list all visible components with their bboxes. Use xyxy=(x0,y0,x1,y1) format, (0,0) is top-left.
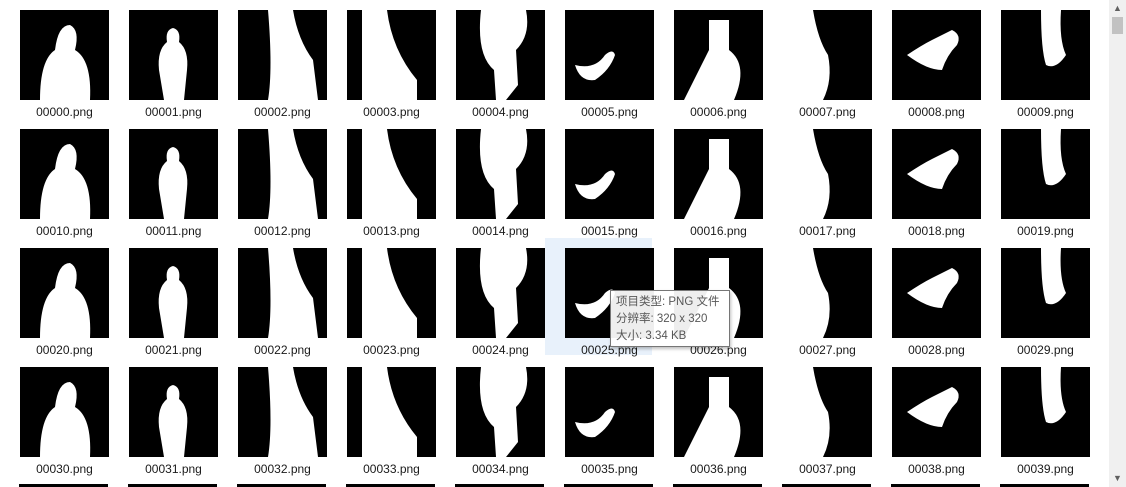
thumbnail-image xyxy=(238,248,327,338)
file-name-label: 00009.png xyxy=(1017,105,1074,119)
file-item[interactable]: 00028.png xyxy=(872,238,981,357)
file-item[interactable]: 00029.png xyxy=(981,238,1090,357)
file-item[interactable]: 00008.png xyxy=(872,0,981,119)
file-item[interactable]: 00003.png xyxy=(327,0,436,119)
thumbnail-image xyxy=(238,129,327,219)
thumbnail-image xyxy=(456,367,545,457)
thumbnail-image xyxy=(347,367,436,457)
thumbnail-image xyxy=(783,367,872,457)
file-item[interactable]: 00016.png xyxy=(654,119,763,238)
file-item[interactable]: 00000.png xyxy=(0,0,109,119)
file-item[interactable]: 00033.png xyxy=(327,357,436,476)
file-item[interactable]: 00014.png xyxy=(436,119,545,238)
file-item[interactable]: 00020.png xyxy=(0,238,109,357)
file-item[interactable]: 00030.png xyxy=(0,357,109,476)
thumbnail-image xyxy=(129,367,218,457)
thumbnail-image xyxy=(783,248,872,338)
file-item[interactable]: 00007.png xyxy=(763,0,872,119)
file-item[interactable]: 00021.png xyxy=(109,238,218,357)
file-item[interactable]: 00005.png xyxy=(545,0,654,119)
file-item[interactable]: 00038.png xyxy=(872,357,981,476)
thumbnail-image xyxy=(1001,129,1090,219)
scroll-down-arrow-icon[interactable]: ▼ xyxy=(1109,470,1126,487)
file-item[interactable]: 00018.png xyxy=(872,119,981,238)
file-item[interactable]: 00015.png xyxy=(545,119,654,238)
thumbnail-image xyxy=(1001,10,1090,100)
thumbnail-image xyxy=(783,129,872,219)
thumbnail-image xyxy=(892,10,981,100)
scroll-up-arrow-icon[interactable]: ▲ xyxy=(1109,0,1126,17)
file-item[interactable]: 00034.png xyxy=(436,357,545,476)
thumbnail-image xyxy=(892,129,981,219)
thumbnail-image xyxy=(129,10,218,100)
file-item[interactable]: 00024.png xyxy=(436,238,545,357)
file-item[interactable]: 00017.png xyxy=(763,119,872,238)
file-item[interactable]: 00012.png xyxy=(218,119,327,238)
file-item[interactable]: 00022.png xyxy=(218,238,327,357)
thumbnail-image xyxy=(674,129,763,219)
thumbnail-image xyxy=(1001,367,1090,457)
file-item[interactable]: 00035.png xyxy=(545,357,654,476)
thumbnail-image xyxy=(565,367,654,457)
thumbnail-image xyxy=(892,248,981,338)
file-name-label: 00019.png xyxy=(1017,224,1074,238)
thumbnail-image xyxy=(238,367,327,457)
thumbnail-image xyxy=(674,10,763,100)
tooltip-size: 大小: 3.34 KB xyxy=(616,330,687,342)
thumbnail-image xyxy=(456,248,545,338)
file-grid: 00000.png 00001.png 00002.png 00003.png 0000… xyxy=(0,0,1108,487)
file-item[interactable]: 00027.png xyxy=(763,238,872,357)
file-item[interactable]: 00010.png xyxy=(0,119,109,238)
file-info-tooltip: 项目类型: PNG 文件 分辨率: 320 x 320 大小: 3.34 KB xyxy=(610,290,730,347)
file-name-label: 00029.png xyxy=(1017,343,1074,357)
file-item[interactable]: 00011.png xyxy=(109,119,218,238)
thumbnail-image xyxy=(129,129,218,219)
thumbnail-image xyxy=(674,367,763,457)
vertical-scrollbar[interactable]: ▲ ▼ xyxy=(1109,0,1126,487)
thumbnail-image xyxy=(456,129,545,219)
thumbnail-image xyxy=(456,10,545,100)
file-name-label: 00039.png xyxy=(1017,462,1074,476)
thumbnail-image xyxy=(20,367,109,457)
thumbnail-image xyxy=(783,10,872,100)
file-item[interactable]: 00013.png xyxy=(327,119,436,238)
file-item[interactable]: 00036.png xyxy=(654,357,763,476)
file-item[interactable]: 00023.png xyxy=(327,238,436,357)
thumbnail-image xyxy=(347,248,436,338)
file-item[interactable]: 00039.png xyxy=(981,357,1090,476)
file-item[interactable]: 00002.png xyxy=(218,0,327,119)
file-item[interactable]: 00019.png xyxy=(981,119,1090,238)
thumbnail-image xyxy=(347,129,436,219)
thumbnail-image xyxy=(347,10,436,100)
thumbnail-image xyxy=(129,248,218,338)
file-item[interactable]: 00009.png xyxy=(981,0,1090,119)
file-item[interactable]: 00004.png xyxy=(436,0,545,119)
thumbnail-image xyxy=(565,10,654,100)
thumbnail-image xyxy=(20,129,109,219)
thumbnail-image xyxy=(20,248,109,338)
thumbnail-image xyxy=(565,129,654,219)
file-item[interactable]: 00037.png xyxy=(763,357,872,476)
file-item[interactable]: 00032.png xyxy=(218,357,327,476)
tooltip-resolution: 分辨率: 320 x 320 xyxy=(616,313,708,325)
file-item[interactable]: 00031.png xyxy=(109,357,218,476)
thumbnail-image xyxy=(1001,248,1090,338)
thumbnail-image xyxy=(238,10,327,100)
thumbnail-image xyxy=(892,367,981,457)
scrollbar-thumb[interactable] xyxy=(1112,17,1123,34)
thumbnail-image xyxy=(20,10,109,100)
file-item[interactable]: 00006.png xyxy=(654,0,763,119)
file-item[interactable]: 00001.png xyxy=(109,0,218,119)
tooltip-type: 项目类型: PNG 文件 xyxy=(616,296,720,308)
